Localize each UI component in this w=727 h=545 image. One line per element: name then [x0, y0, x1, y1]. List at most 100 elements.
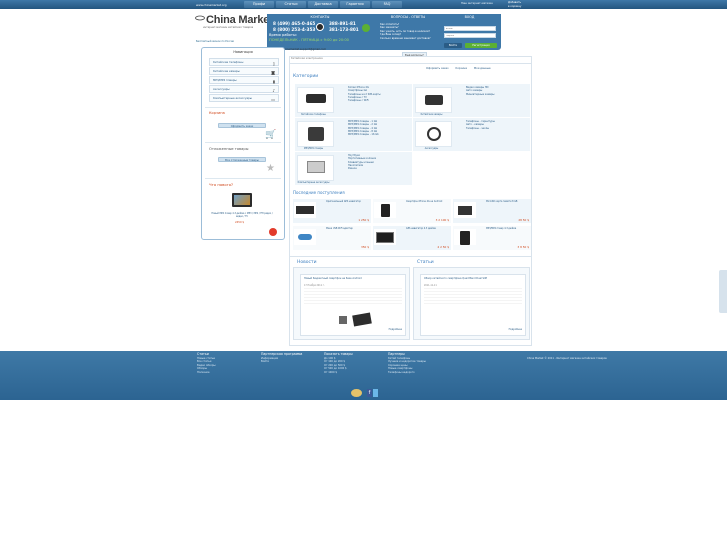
logo-mark-icon [195, 15, 205, 21]
product-title[interactable]: Смартфон iPhone 4G на Android [406, 200, 451, 203]
categories-title: Категории [293, 74, 319, 79]
site-url[interactable]: www.chinamarket.org [196, 3, 226, 7]
product-image[interactable] [294, 229, 316, 245]
footer-column-title: Показать товары [324, 352, 353, 356]
product-price: 1 250 $ [358, 218, 369, 222]
login-title: ВХОД [464, 15, 475, 19]
article-item[interactable]: Обзор китайского смартфона Quad Band Dua… [420, 274, 526, 336]
toolbar-profile[interactable]: Мои данные [474, 67, 491, 70]
category-link[interactable]: MP3/MP4 плееры - 16 Gb [348, 133, 379, 136]
news-headline[interactable]: Новый бюджетный смартфон на базе Android [304, 277, 399, 280]
product-image[interactable] [374, 229, 396, 245]
category-card-accessories[interactable]: Аксессуары Телефоны - гарнитуры Авто - к… [413, 118, 530, 151]
login-email-input[interactable] [444, 26, 496, 31]
sidebar-item-accessories[interactable]: Аксессуары ♪ [209, 85, 279, 93]
feedback-tab[interactable] [719, 270, 727, 313]
category-image[interactable] [297, 155, 334, 181]
category-card-computer[interactable]: Компьютерные аксессуары Ноутбуки Портати… [295, 152, 412, 185]
phone-icon: ▯ [272, 61, 275, 66]
nav-item-delivery[interactable]: Доставка [308, 1, 338, 8]
nav-item-warranty[interactable]: Гарантия [340, 1, 370, 8]
login-password-input[interactable] [444, 33, 496, 38]
footer-link[interactable]: Телефоны недорого [388, 371, 426, 375]
new-product-text[interactable]: Новый MP4 плеер 4.3 дюйма с MP3 / MP4 / … [209, 212, 275, 218]
product-card[interactable]: Мини USB WiFi адаптер 350 $ [293, 226, 371, 250]
category-name[interactable]: MP3/MP4 плееры [295, 147, 332, 150]
product-image[interactable] [374, 202, 396, 218]
copyright: China Market © 2011 - Интернет магазин к… [527, 357, 607, 360]
category-name[interactable]: Компьютерные аксессуары [295, 181, 332, 184]
nav-item-faq[interactable]: FAQ [372, 1, 402, 8]
news-more-link[interactable]: Подробнее [389, 328, 402, 331]
login-button[interactable]: Войти [444, 43, 462, 48]
product-title[interactable]: Мини USB WiFi адаптер [326, 227, 371, 230]
new-product-image[interactable] [232, 193, 252, 207]
category-card-phones[interactable]: Китайские телефоны Копии iPhone 4G Смарт… [295, 84, 412, 117]
product-card[interactable]: MP3/MP4 плеер 4.3 дюйма 3 8 50 $ [453, 226, 531, 250]
sidebar-item-computer[interactable]: Компьютерные аксессуары ▭ [209, 94, 279, 102]
product-card[interactable]: Оригинальный GPS навигатор 1 250 $ [293, 199, 371, 223]
facebook-icon[interactable]: f [367, 389, 372, 397]
product-card[interactable]: Смартфон iPhone 4G на Android 3 2 100 $ [373, 199, 451, 223]
category-name[interactable]: Аксессуары [413, 147, 450, 150]
category-image[interactable] [297, 121, 334, 147]
footer-link[interactable]: От 1000 $ [324, 371, 353, 375]
icq-icon [362, 24, 370, 32]
twitter-icon[interactable] [373, 389, 378, 397]
category-link[interactable]: Разное [348, 167, 376, 170]
footer-link[interactable]: Полезное [197, 371, 215, 375]
faq-title: ВОПРОСЫ - ОТВЕТЫ [390, 15, 426, 19]
breadcrumb[interactable]: Китайская электроника [291, 57, 323, 60]
sidebar-item-cameras[interactable]: Китайские камеры ◙ [209, 67, 279, 75]
basket-link[interactable]: Добавить в корзину [508, 1, 521, 8]
article-more-link[interactable]: Подробнее [509, 328, 522, 331]
news-title: Новости [297, 260, 317, 265]
product-image[interactable] [454, 229, 476, 245]
register-button[interactable]: Регистрация [465, 43, 497, 48]
category-image[interactable] [297, 87, 334, 113]
category-link[interactable]: Миниатюрные камеры [466, 93, 494, 96]
category-image[interactable] [415, 87, 452, 113]
product-card[interactable]: MicroSD карта памяти 8 GB 28 50 $ [453, 199, 531, 223]
product-title[interactable]: Оригинальный GPS навигатор [326, 200, 371, 203]
cart-icon: 🛒 [265, 130, 277, 140]
deferred-title: Отложенные товары [209, 147, 249, 151]
sidebar-item-players[interactable]: MP3/MP4 плееры ▮ [209, 76, 279, 84]
phone-extra-2: 381-173-801 [329, 27, 359, 32]
news-box: Новый бюджетный смартфон на базе Android… [293, 267, 410, 340]
footer-column-prices: Показать товары До 100 $ От 100 до 200 $… [324, 352, 353, 375]
news-image[interactable] [352, 312, 372, 327]
product-title[interactable]: GPS навигатор 4.3 дюйма [406, 227, 451, 230]
category-name[interactable]: Китайские телефоны [295, 113, 332, 116]
footer-link[interactable]: Лучшие и недорогие товары [388, 360, 426, 364]
cart-title: Корзина [209, 111, 225, 115]
category-link[interactable]: Телефоны с WiFi [348, 99, 381, 102]
category-link[interactable]: Телефоны - чехлы [466, 127, 495, 130]
product-image[interactable] [294, 202, 316, 218]
toolbar-cart[interactable]: Корзина [455, 67, 466, 70]
category-card-cameras[interactable]: Китайские камеры Видео камеры HD Авто ка… [413, 84, 530, 117]
article-headline[interactable]: Обзор китайского смартфона Quad Band Dua… [424, 277, 519, 280]
sidebar-item-phones[interactable]: Китайские телефоны ▯ [209, 58, 279, 66]
news-item[interactable]: Новый бюджетный смартфон на базе Android… [300, 274, 406, 336]
product-title[interactable]: MicroSD карта памяти 8 GB [486, 200, 531, 203]
language-link[interactable]: Наш интернет-магазин [461, 2, 493, 5]
nav-item-articles[interactable]: Статьи [276, 1, 306, 8]
category-image[interactable] [415, 121, 452, 147]
product-image[interactable] [454, 202, 476, 218]
site-logo[interactable]: China Market [206, 14, 273, 26]
footer-link[interactable]: Войти [261, 360, 302, 364]
sidebar-nav-title: Навигация [233, 50, 253, 54]
deferred-button[interactable]: Все отложенные товары [218, 157, 266, 162]
logo-tagline: интернет-магазин китайских товаров [203, 26, 254, 29]
nav-item-pro[interactable]: Профи [244, 1, 274, 8]
category-card-players[interactable]: MP3/MP4 плееры MP3/MP4 плееры - 1 Gb MP3… [295, 118, 412, 151]
news-image[interactable] [339, 316, 347, 324]
product-card[interactable]: GPS навигатор 4.3 дюйма 4 2 50 $ [373, 226, 451, 250]
support-email[interactable]: chinamarket.support@gmail.com [283, 48, 326, 51]
faq-item[interactable]: Сколько времени занимает доставка? [380, 37, 431, 40]
category-name[interactable]: Китайские камеры [413, 113, 450, 116]
checkout-button[interactable]: Оформить заказ [218, 123, 266, 128]
product-title[interactable]: MP3/MP4 плеер 4.3 дюйма [486, 227, 531, 230]
toolbar-checkout[interactable]: Оформить заказ [426, 67, 449, 70]
